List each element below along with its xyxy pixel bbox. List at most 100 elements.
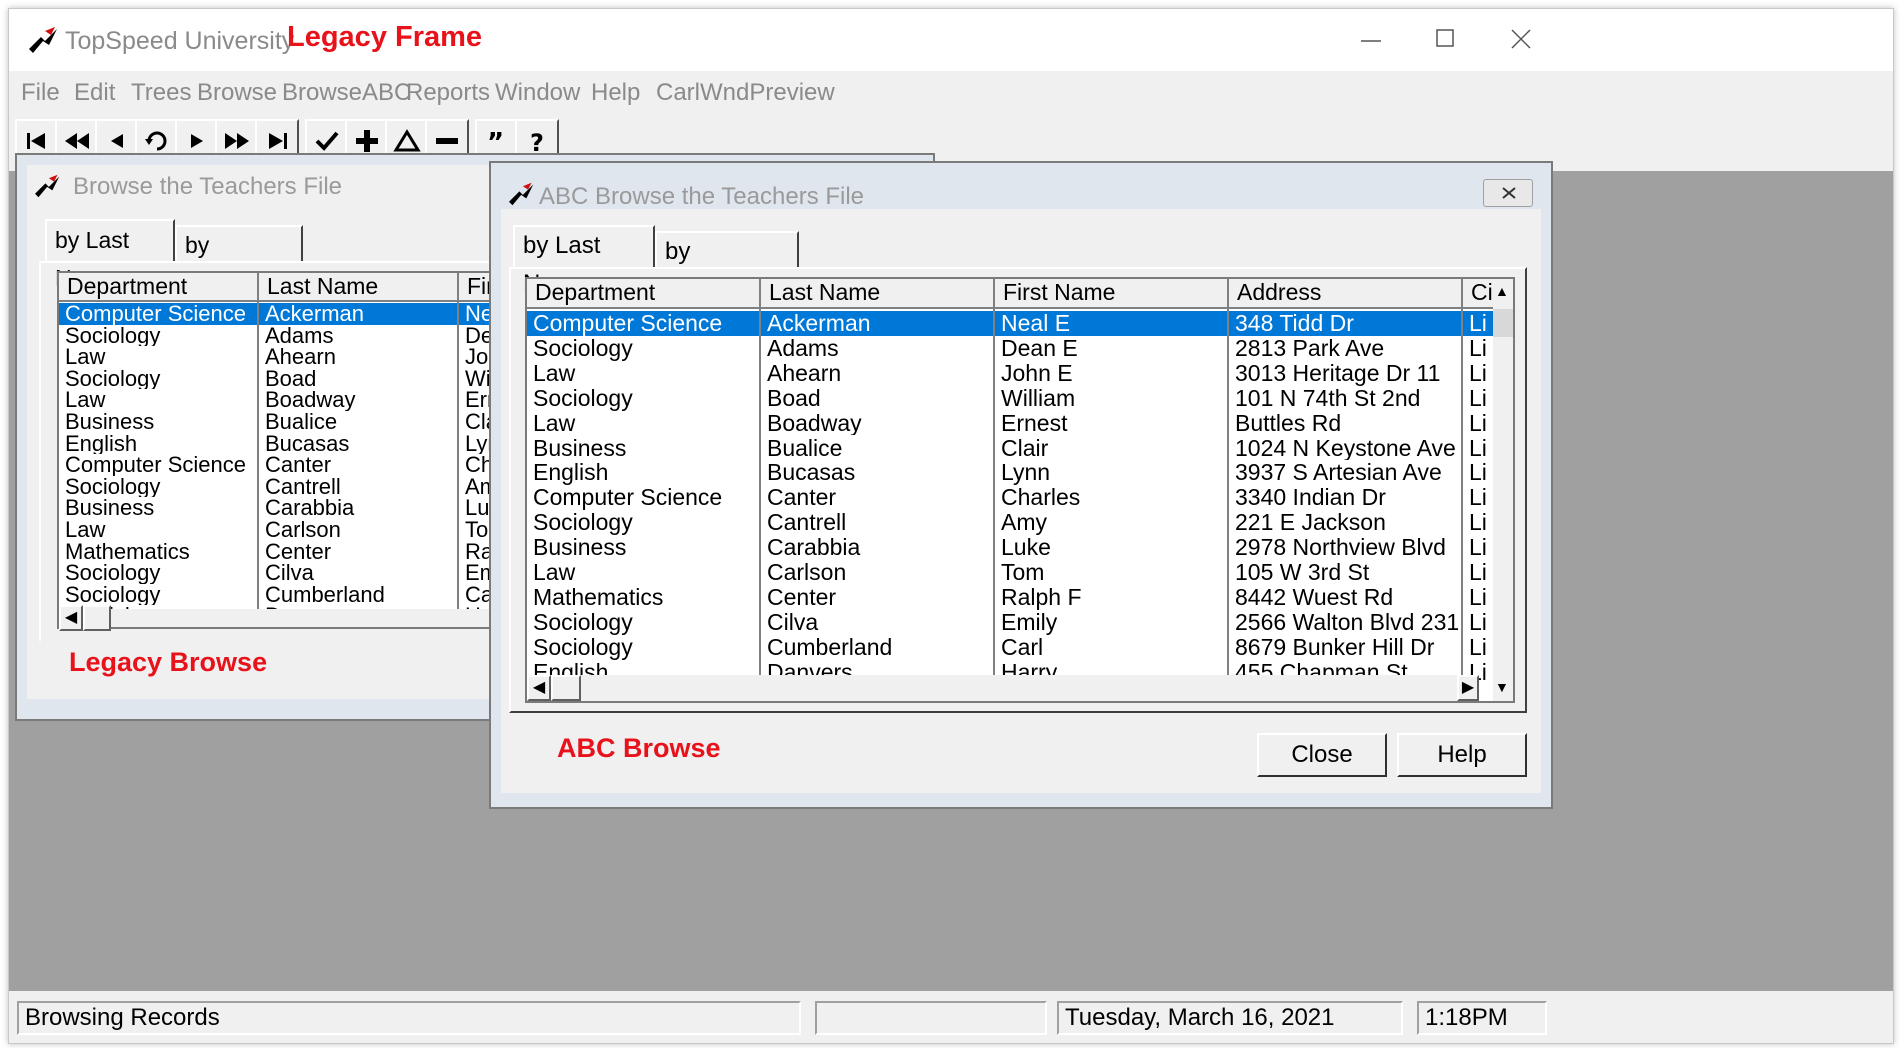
table-row[interactable]: Business Bualice Clair (59, 411, 515, 433)
cell-last-name: Boad (767, 385, 821, 411)
table-row[interactable]: English Bucasas Lynn 3937 S Artesian Ave Li (527, 460, 1493, 485)
legacy-scroll-thumb[interactable] (83, 605, 111, 631)
table-row[interactable]: Law Carlson Tom (59, 519, 515, 541)
table-row[interactable]: Sociology Adams Dea (59, 324, 515, 347)
close-button[interactable]: Close (1257, 733, 1387, 777)
abc-scroll-left-button[interactable]: ◀ (527, 675, 551, 701)
cell-address: 3937 S Artesian Ave (1235, 460, 1442, 486)
close-window-icon[interactable] (1501, 21, 1541, 57)
table-row[interactable]: EnglishBucasasLynn (59, 433, 515, 455)
menu-browseabc[interactable]: BrowseABC (282, 79, 411, 107)
table-row[interactable]: LawAhearnJohn (59, 346, 515, 368)
table-row[interactable]: Computer ScienceCanterChar (59, 454, 515, 476)
cell-department: Mathematics (533, 584, 664, 610)
abc-header-last-name[interactable]: Last Name (761, 279, 995, 309)
title-bar[interactable]: TopSpeed University Legacy Frame (9, 9, 1893, 69)
legacy-browse-annotation: Legacy Browse (69, 647, 268, 677)
menu-trees[interactable]: Trees (131, 79, 191, 107)
abc-scroll-right-button[interactable]: ▶ (1457, 675, 1479, 701)
table-row[interactable]: BusinessCarabbiaLuke (59, 497, 515, 519)
table-row[interactable]: Sociology Cantrell Amy 221 E Jackson Li (527, 510, 1493, 535)
abc-header-department[interactable]: Department (527, 279, 761, 309)
table-row[interactable]: LawBoadwayErne (59, 389, 515, 411)
abc-header-first-name[interactable]: First Name (995, 279, 1229, 309)
legacy-tab-by-department[interactable]: by Department (175, 225, 305, 294)
abc-vertical-scrollbar[interactable]: ▲ ▼ (1493, 279, 1513, 701)
legacy-window-logo-icon (35, 174, 60, 198)
cell-address: 3340 Indian Dr (1235, 485, 1386, 511)
abc-horizontal-scrollbar[interactable]: ◀ ▶ (527, 675, 1479, 701)
menu-window[interactable]: Window (495, 79, 580, 107)
table-row[interactable]: Law Boadway Ernest Buttles Rd Li (527, 411, 1493, 436)
legacy-header-department[interactable]: Department (59, 273, 259, 302)
cell-last-name: Ackerman (767, 311, 871, 336)
legacy-tab-by-last-name[interactable]: by Last Name (45, 219, 175, 291)
cell-last-name: Center (265, 540, 332, 563)
menu-help[interactable]: Help (591, 79, 640, 107)
legacy-header-last-name[interactable]: Last Name (259, 273, 459, 302)
cell-address: 348 Tidd Dr (1235, 311, 1354, 336)
abc-tab-by-last-name[interactable]: by Last Name (513, 225, 655, 297)
app-title: TopSpeed University (65, 27, 295, 55)
column-divider (257, 273, 259, 627)
cell-address: 3013 Heritage Dr 11 (1235, 360, 1441, 386)
cell-city: Li (1469, 435, 1487, 461)
abc-vscroll-thumb[interactable] (1493, 309, 1513, 337)
cell-last-name: Cantrell (265, 475, 341, 498)
abc-browse-list[interactable]: Department Last Name First Name Address … (525, 277, 1515, 703)
column-divider (1227, 279, 1229, 701)
abc-tab-by-department[interactable]: by Department (655, 231, 799, 303)
table-row[interactable]: Sociology Boad William 101 N 74th St 2nd Li (527, 386, 1493, 411)
table-row[interactable]: Law Carlson Tom 105 W 3rd St Li (527, 560, 1493, 585)
cell-address: 2813 Park Ave (1235, 335, 1385, 361)
menu-file[interactable]: File (21, 79, 60, 107)
table-row[interactable]: Mathematics Center Ralp (59, 540, 515, 563)
table-row[interactable]: Computer Science Canter Charles 3340 Indian… (527, 485, 1493, 510)
legacy-window-title: Browse the Teachers File (73, 173, 343, 200)
next-record-icon (191, 134, 203, 148)
cell-city: Li (1469, 560, 1487, 585)
table-row[interactable]: Sociology Adams Dean E 2813 Park Ave Li (527, 336, 1493, 361)
table-row[interactable]: Computer Science Ackerman Neal E 348 Tidd D… (527, 311, 1493, 336)
cell-city: Li (1469, 360, 1487, 386)
abc-header-address[interactable]: Address (1229, 279, 1463, 309)
table-row[interactable]: Law Ahearn John E 3013 Heritage Dr 11 Li (527, 361, 1493, 386)
cell-department: Sociology (65, 324, 161, 347)
table-row[interactable]: Business Bualice Clair 1024 N Keystone Ave L… (527, 436, 1493, 461)
menu-browse[interactable]: Browse (197, 79, 277, 107)
table-row[interactable]: Sociology Boad Willi (59, 368, 515, 390)
abc-window-logo-icon (509, 182, 534, 206)
legacy-horizontal-scrollbar[interactable]: ◀ (59, 605, 515, 631)
status-time: 1:18PM (1417, 1001, 1547, 1035)
legacy-browse-list[interactable]: Department Last Name First Computer Scie… (57, 271, 517, 629)
cell-department: Law (533, 410, 576, 436)
table-row[interactable]: Mathematics Center Ralph F 8442 Wuest Rd Li (527, 585, 1493, 610)
cell-city: Li (1469, 609, 1487, 635)
menu-reports[interactable]: Reports (406, 79, 490, 107)
legacy-scroll-left-button[interactable]: ◀ (59, 605, 83, 631)
table-row[interactable]: Sociology Cilva Emily 2566 Walton Blvd 231 L… (527, 610, 1493, 635)
abc-scroll-thumb[interactable] (551, 675, 581, 701)
cell-city: Li (1469, 460, 1487, 486)
table-row[interactable]: Sociology Cantrell Amy (59, 475, 515, 498)
help-dialog-button[interactable]: Help (1397, 733, 1527, 777)
table-row[interactable]: Computer Science Ackerman Nea (59, 303, 515, 325)
abc-browse-window[interactable]: ABC Browse the Teachers File by Last Nam… (489, 161, 1553, 809)
minimize-icon[interactable] (1351, 21, 1391, 57)
table-row[interactable]: Sociology Cumberland Carl (59, 583, 515, 606)
scroll-up-arrow-icon[interactable]: ▲ (1495, 283, 1509, 299)
table-row[interactable]: Business Carabbia Luke 2978 Northview Blvd L… (527, 535, 1493, 560)
table-row[interactable]: Sociology Cumberland Carl 8679 Bunker Hill … (527, 635, 1493, 660)
cell-last-name: Cumberland (265, 583, 385, 606)
cell-department: Computer Science (533, 311, 723, 336)
abc-close-window-button[interactable] (1483, 179, 1533, 207)
svg-text:?: ? (530, 129, 544, 155)
menu-carlwndpreview[interactable]: CarlWndPreview (656, 79, 835, 107)
table-row[interactable]: Sociology Cilva Emil (59, 562, 515, 584)
menu-edit[interactable]: Edit (74, 79, 115, 107)
cell-last-name: Bucasas (767, 460, 856, 486)
cell-address: 105 W 3rd St (1235, 560, 1370, 585)
abc-header-city[interactable]: Ci (1463, 279, 1497, 309)
maximize-icon[interactable] (1425, 21, 1465, 57)
scroll-down-arrow-icon[interactable]: ▼ (1495, 679, 1509, 695)
